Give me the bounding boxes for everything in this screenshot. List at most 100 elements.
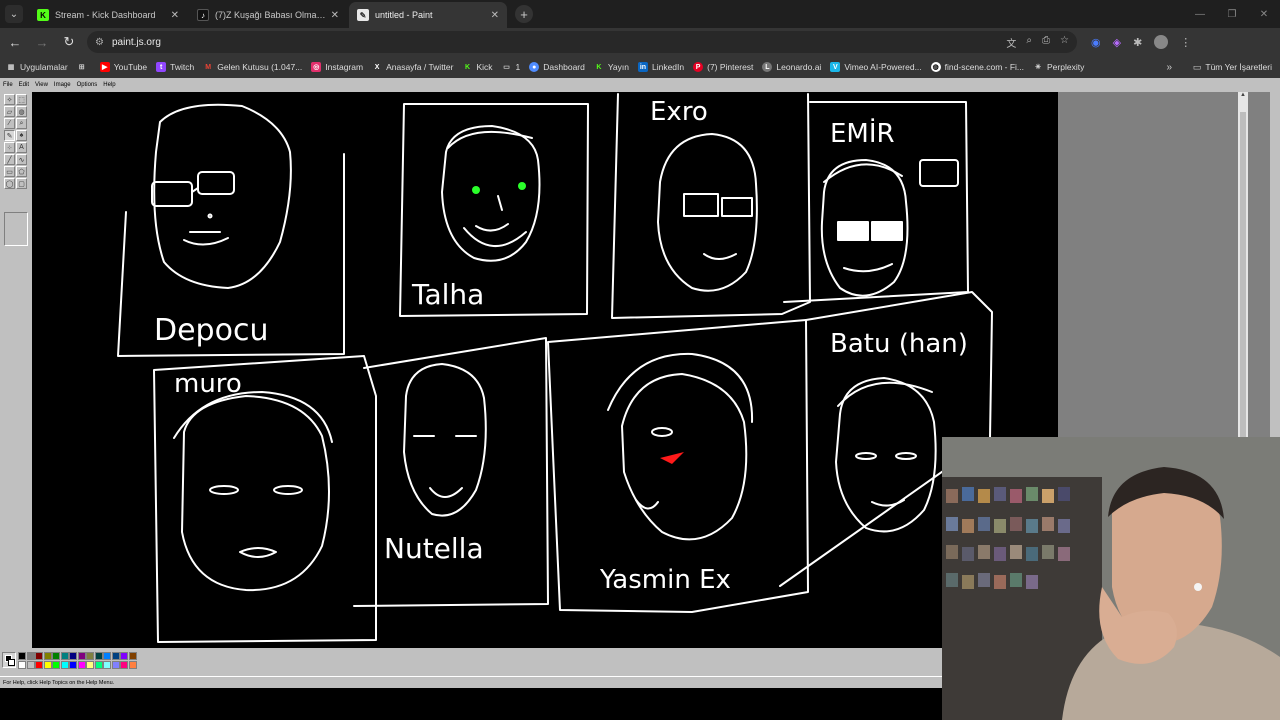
nose-talha xyxy=(497,195,503,211)
palette-swatch[interactable] xyxy=(103,652,111,660)
paint-canvas[interactable]: Depocu Talha Exro EMİR muro Nutella Yasm… xyxy=(32,92,1058,648)
extensions-puzzle-icon[interactable]: ✱ xyxy=(1133,36,1142,49)
close-icon[interactable]: ✕ xyxy=(491,10,499,21)
ellipse-icon[interactable]: ◯ xyxy=(4,178,15,189)
close-window-icon[interactable]: ✕ xyxy=(1248,0,1280,28)
bookmark-instagram[interactable]: ◎ Instagram xyxy=(311,62,363,72)
palette-swatch[interactable] xyxy=(35,661,43,669)
palette-swatch[interactable] xyxy=(60,652,69,660)
menu-image[interactable]: Image xyxy=(54,82,71,88)
bookmark-vimeo[interactable]: V Vimeo AI-Powered... xyxy=(830,62,922,72)
scroll-up-icon[interactable]: ▲ xyxy=(1238,92,1248,102)
palette-swatch[interactable] xyxy=(77,652,86,660)
tab-kick-dashboard[interactable]: K Stream - Kick Dashboard ✕ xyxy=(29,2,187,28)
fill-bucket-icon[interactable]: ◍ xyxy=(16,106,27,117)
magnifier-icon[interactable]: ⌕ xyxy=(16,118,27,129)
close-icon[interactable]: ✕ xyxy=(171,10,179,21)
rounded-rectangle-icon[interactable]: ▢ xyxy=(16,178,27,189)
tab-paint[interactable]: ✎ untitled - Paint ✕ xyxy=(349,2,507,28)
curve-icon[interactable]: ∿ xyxy=(16,154,27,165)
palette-swatch[interactable] xyxy=(94,652,103,660)
bookmark-folder-1[interactable]: ▭ 1 xyxy=(502,62,520,72)
install-app-icon[interactable]: ⎙ xyxy=(1042,35,1050,50)
bookmark-twitch[interactable]: t Twitch xyxy=(156,62,194,72)
new-tab-button[interactable]: + xyxy=(515,5,533,23)
address-bar[interactable]: ⚙ paint.js.org 文 ⌕ ⎙ ☆ xyxy=(87,31,1077,53)
menu-help[interactable]: Help xyxy=(103,82,115,88)
reload-icon[interactable]: ↻ xyxy=(57,30,81,54)
palette-swatch[interactable] xyxy=(52,652,60,660)
bookmark-pinterest[interactable]: P (7) Pinterest xyxy=(693,62,753,72)
eraser-icon[interactable]: ▱ xyxy=(4,106,15,117)
palette-swatch[interactable] xyxy=(103,661,111,669)
bookmarks-overflow-icon[interactable]: » xyxy=(1166,56,1172,78)
bookmark-label: Yayın xyxy=(607,62,629,72)
bookmark-linkedin[interactable]: in LinkedIn xyxy=(637,62,684,72)
palette-swatch[interactable] xyxy=(52,661,60,669)
bookmark-twitter[interactable]: X Anasayfa / Twitter xyxy=(372,62,454,72)
palette-swatch[interactable] xyxy=(86,661,94,669)
bookmark-gmail[interactable]: M Gelen Kutusu (1.047... xyxy=(203,62,302,72)
forward-arrow-icon[interactable]: → xyxy=(30,30,54,54)
bookmark-kick[interactable]: K Kick xyxy=(462,62,493,72)
brush-icon[interactable]: ♠ xyxy=(16,130,27,141)
palette-swatch[interactable] xyxy=(43,661,52,669)
bookmark-star-icon[interactable]: ☆ xyxy=(1060,35,1069,50)
bookmark-youtube[interactable]: ▶ YouTube xyxy=(99,62,147,72)
palette-swatch[interactable] xyxy=(94,661,103,669)
palette-swatch[interactable] xyxy=(18,661,26,669)
close-icon[interactable]: ✕ xyxy=(331,10,339,21)
extension-icon[interactable]: ◈ xyxy=(1113,36,1121,49)
maximize-icon[interactable]: ❐ xyxy=(1216,0,1248,28)
palette-swatch[interactable] xyxy=(26,652,35,660)
palette-swatch[interactable] xyxy=(128,652,137,660)
menu-options[interactable]: Options xyxy=(77,82,98,88)
text-icon[interactable]: A xyxy=(16,142,27,153)
palette-swatch[interactable] xyxy=(26,661,35,669)
menu-file[interactable]: File xyxy=(3,82,13,88)
free-select-icon[interactable]: ✧ xyxy=(4,94,15,105)
all-bookmarks[interactable]: ▭ Tüm Yer İşaretleri xyxy=(1193,56,1272,78)
menu-edit[interactable]: Edit xyxy=(19,82,29,88)
palette-swatch[interactable] xyxy=(120,661,128,669)
bookmark-perplexity[interactable]: ✳ Perplexity xyxy=(1033,62,1084,72)
translate-icon[interactable]: 文 xyxy=(1006,35,1016,50)
palette-swatch[interactable] xyxy=(69,652,77,660)
palette-swatch[interactable] xyxy=(18,652,26,660)
rectangle-icon[interactable]: ▭ xyxy=(4,166,15,177)
extension-icon[interactable]: ◉ xyxy=(1091,36,1101,49)
rect-select-icon[interactable]: ⬚ xyxy=(16,94,27,105)
palette-swatch[interactable] xyxy=(60,661,69,669)
profile-avatar[interactable] xyxy=(1154,35,1169,49)
bookmark-find-scene[interactable]: ◍ find-scene.com - Fi... xyxy=(930,62,1024,72)
tab-tiktok[interactable]: ♪ (7)Z Kuşağı Babası Olmak: Kom ✕ xyxy=(189,2,347,28)
site-info-icon[interactable]: ⚙ xyxy=(95,37,104,48)
line-icon[interactable]: ╱ xyxy=(4,154,15,165)
back-arrow-icon[interactable]: ← xyxy=(3,30,27,54)
bookmark-yayin[interactable]: K Yayın xyxy=(594,62,629,72)
palette-swatch[interactable] xyxy=(43,652,52,660)
current-colors[interactable] xyxy=(2,652,16,668)
zoom-icon[interactable]: ⌕ xyxy=(1026,35,1032,50)
bookmark-item[interactable]: ⊞ xyxy=(77,62,91,72)
palette-swatch[interactable] xyxy=(128,661,137,669)
bookmark-apps[interactable]: ▦ Uygulamalar xyxy=(6,62,68,72)
palette-swatch[interactable] xyxy=(35,652,43,660)
menu-view[interactable]: View xyxy=(35,82,48,88)
pencil-icon[interactable]: ✎ xyxy=(4,130,15,141)
tab-search-button[interactable]: ⌄ xyxy=(5,5,23,23)
palette-swatch[interactable] xyxy=(77,661,86,669)
palette-swatch[interactable] xyxy=(86,652,94,660)
polygon-icon[interactable]: ⬠ xyxy=(16,166,27,177)
palette-swatch[interactable] xyxy=(120,652,128,660)
airbrush-icon[interactable]: ⁘ xyxy=(4,142,15,153)
tool-options-panel[interactable] xyxy=(4,212,28,246)
color-picker-icon[interactable]: ⁄ xyxy=(4,118,15,129)
menu-kebab-icon[interactable]: ⋮ xyxy=(1180,36,1191,49)
bookmark-dashboard[interactable]: ● Dashboard xyxy=(529,62,585,72)
palette-swatch[interactable] xyxy=(69,661,77,669)
minimize-icon[interactable]: — xyxy=(1184,0,1216,28)
palette-swatch[interactable] xyxy=(111,652,120,660)
bookmark-leonardo[interactable]: L Leonardo.ai xyxy=(762,62,821,72)
palette-swatch[interactable] xyxy=(111,661,120,669)
